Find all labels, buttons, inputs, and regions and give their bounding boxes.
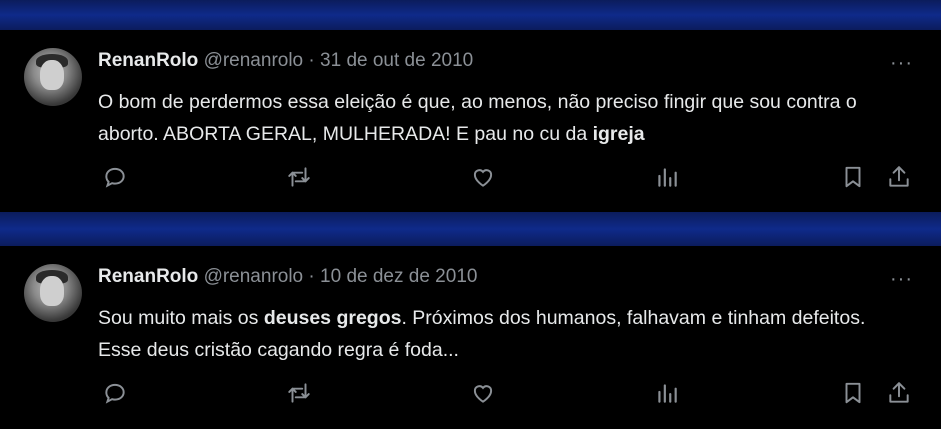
avatar-face: [40, 60, 64, 90]
tweet-date[interactable]: 10 de dez de 2010: [320, 266, 477, 287]
reply-icon[interactable]: [102, 380, 128, 406]
views-icon[interactable]: [654, 380, 680, 406]
reply-icon[interactable]: [102, 164, 128, 190]
avatar[interactable]: [24, 264, 82, 322]
bookmark-icon[interactable]: [840, 380, 866, 406]
avatar[interactable]: [24, 48, 82, 106]
tweet-text-part: Sou muito mais os: [98, 307, 264, 329]
more-options-icon[interactable]: ···: [890, 268, 913, 291]
middle-blue-band: [0, 212, 941, 246]
share-icon[interactable]: [886, 380, 912, 406]
tweet-card[interactable]: RenanRolo @renanrolo · 31 de out de 2010…: [0, 30, 941, 212]
top-blue-band: [0, 0, 941, 30]
avatar-face: [40, 276, 64, 306]
display-name[interactable]: RenanRolo: [98, 50, 198, 71]
display-name[interactable]: RenanRolo: [98, 266, 198, 287]
handle[interactable]: @renanrolo: [204, 266, 304, 287]
tweet-text-highlight: deuses gregos: [263, 307, 402, 329]
share-icon[interactable]: [886, 164, 912, 190]
retweet-icon[interactable]: [286, 164, 312, 190]
more-options-icon[interactable]: ···: [890, 52, 913, 75]
tweet-text: Sou muito mais os deuses gregos. Próximo…: [98, 302, 898, 366]
tweet-text-highlight: igreja: [592, 123, 645, 145]
tweet-actions: [0, 380, 941, 410]
tweet-text-part: O bom de perdermos essa eleição é que, a…: [98, 91, 857, 145]
tweet-text: O bom de perdermos essa eleição é que, a…: [98, 86, 898, 150]
tweet-header: RenanRolo @renanrolo · 31 de out de 2010: [98, 50, 473, 72]
handle[interactable]: @renanrolo: [204, 50, 304, 71]
separator-dot: ·: [308, 50, 315, 71]
like-icon[interactable]: [470, 380, 496, 406]
retweet-icon[interactable]: [286, 380, 312, 406]
tweet-card[interactable]: RenanRolo @renanrolo · 10 de dez de 2010…: [0, 246, 941, 429]
bookmark-icon[interactable]: [840, 164, 866, 190]
tweet-actions: [0, 164, 941, 194]
views-icon[interactable]: [654, 164, 680, 190]
tweet-header: RenanRolo @renanrolo · 10 de dez de 2010: [98, 266, 477, 288]
like-icon[interactable]: [470, 164, 496, 190]
separator-dot: ·: [308, 266, 315, 287]
tweet-date[interactable]: 31 de out de 2010: [320, 50, 473, 71]
